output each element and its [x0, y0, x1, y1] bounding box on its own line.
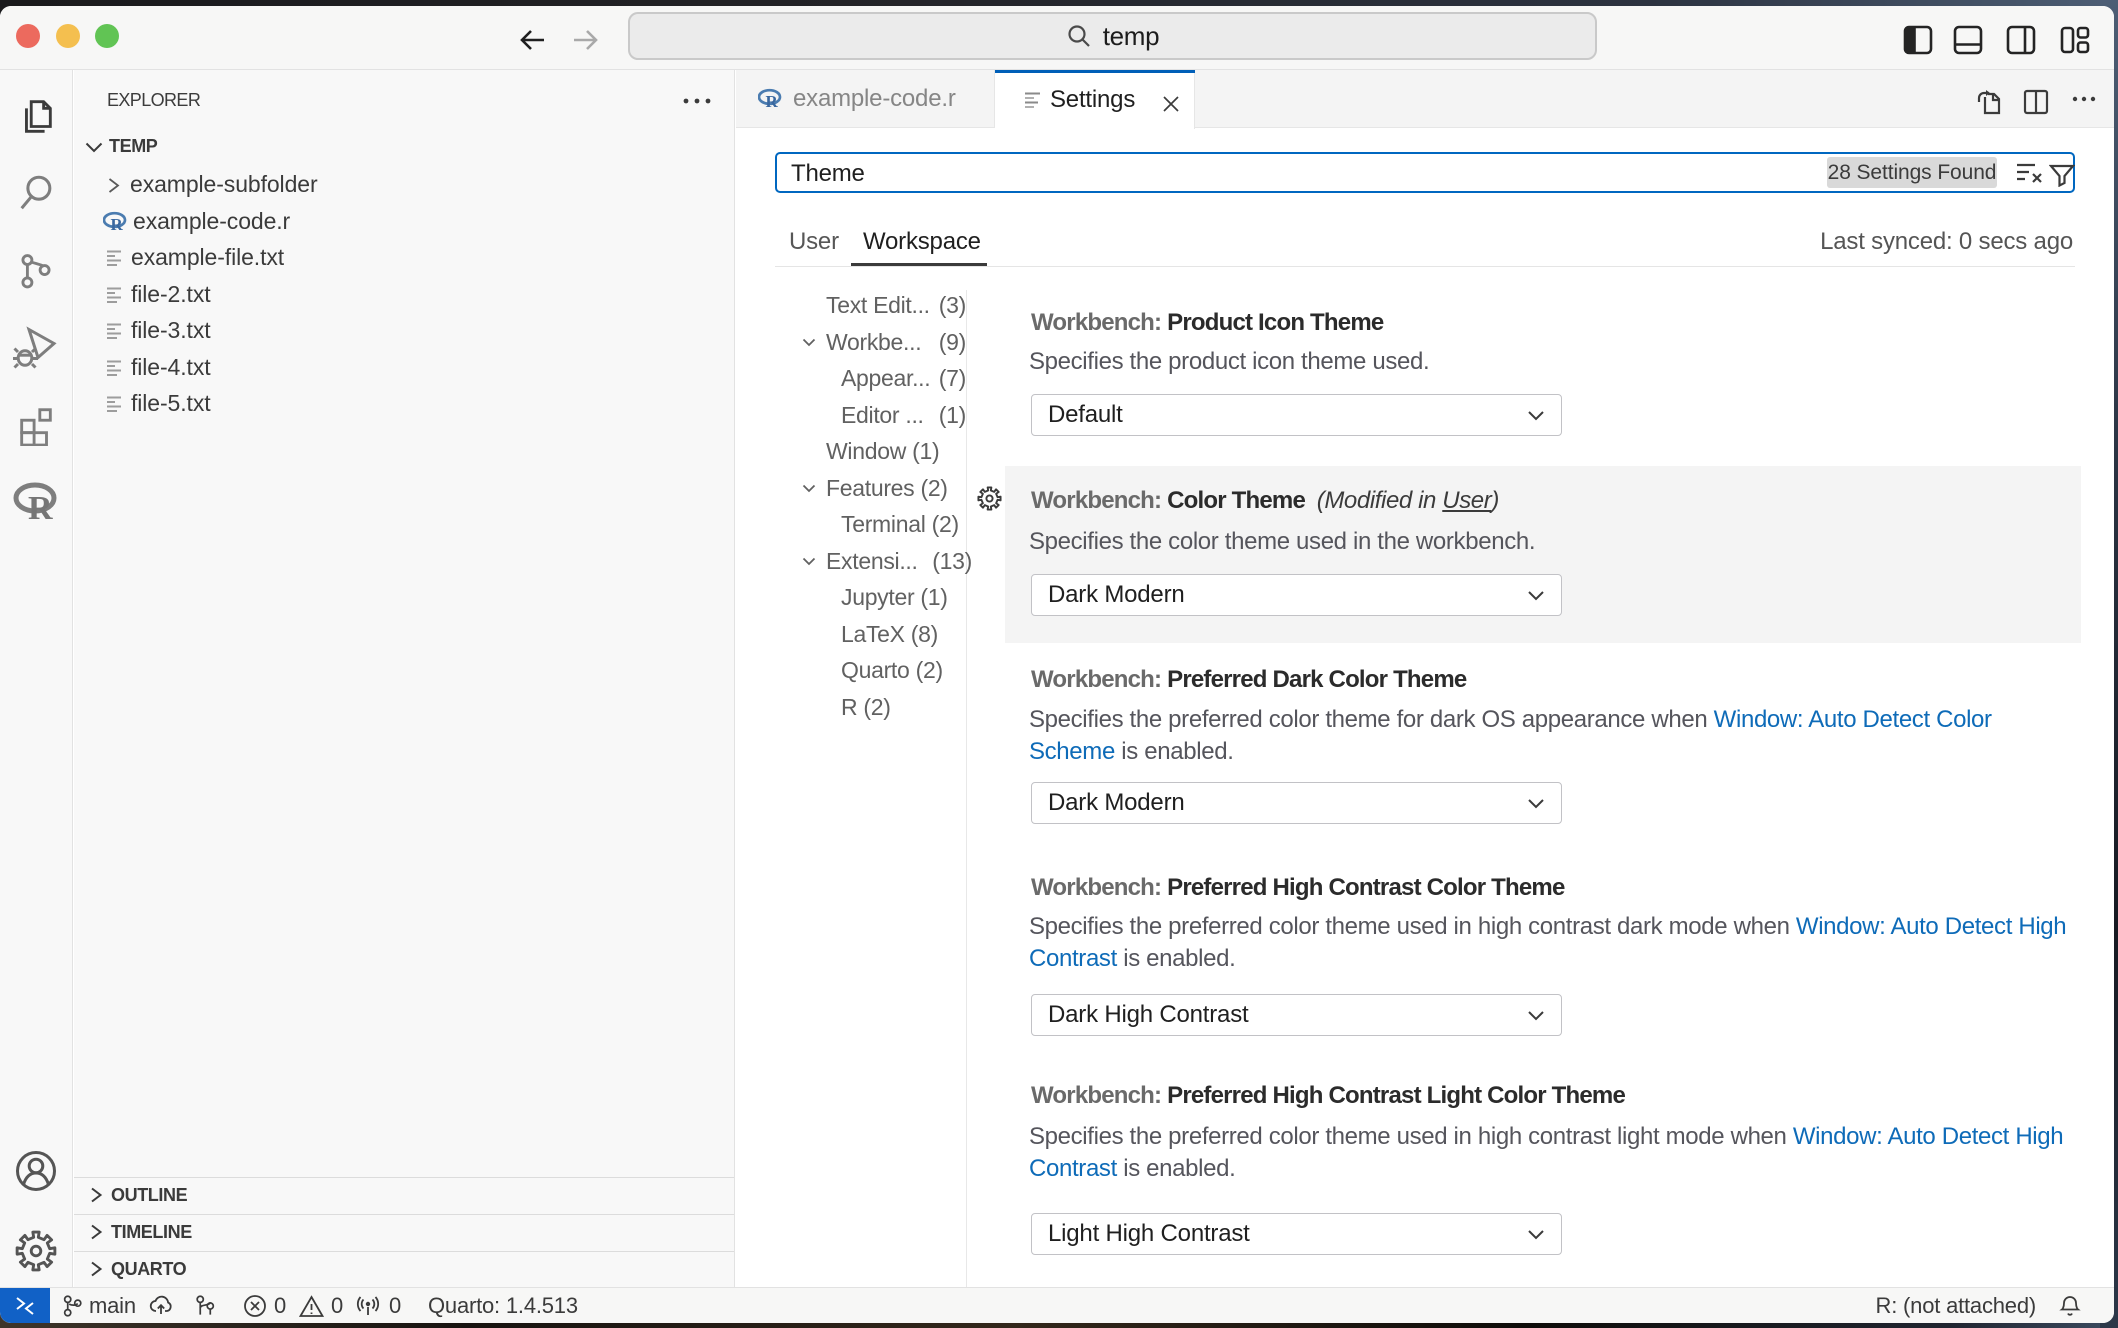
svg-text:R: R [766, 92, 779, 110]
svg-text:R: R [28, 490, 53, 525]
svg-text:R: R [111, 215, 124, 233]
